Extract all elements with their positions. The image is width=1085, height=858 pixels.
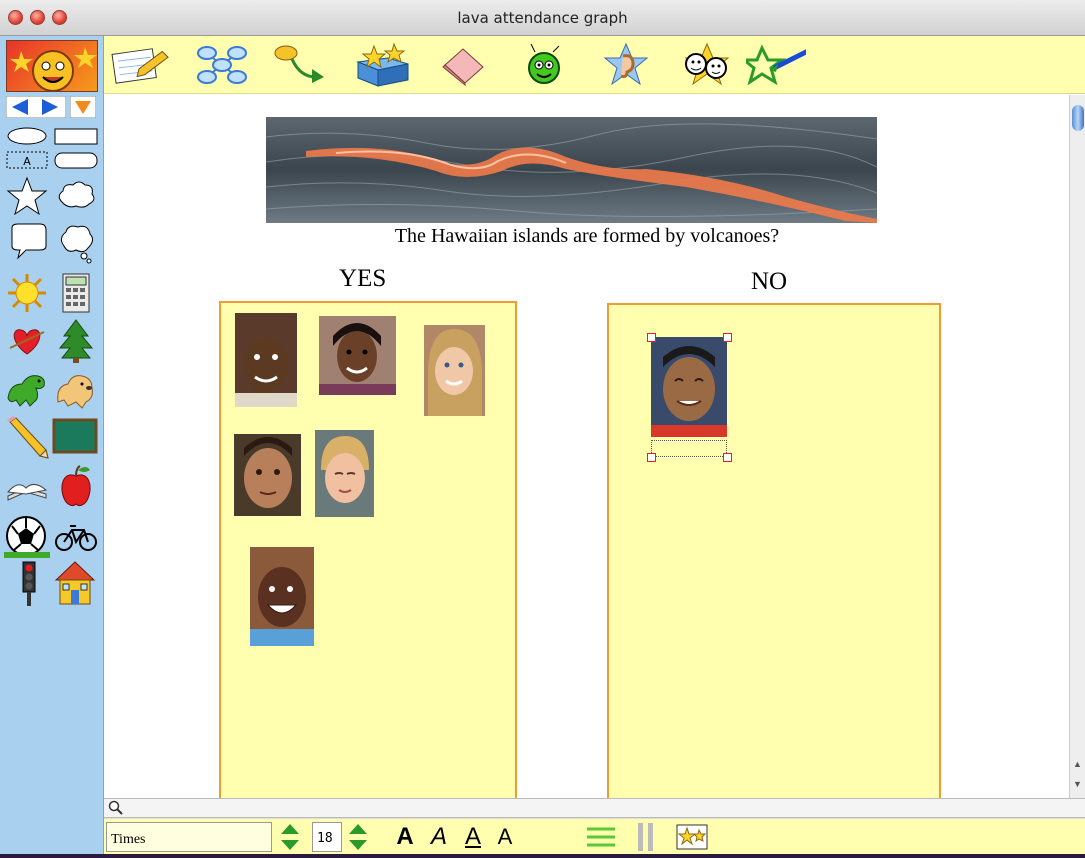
font-size-field[interactable]: 18 xyxy=(312,822,342,852)
scroll-down-icon[interactable]: ▼ xyxy=(1073,779,1082,789)
student-photo[interactable] xyxy=(235,313,297,407)
web-diagram-icon[interactable] xyxy=(192,42,252,88)
title-bar: lava attendance graph xyxy=(0,0,1085,36)
window-bottom-edge xyxy=(0,854,1085,858)
paint-brush-icon[interactable] xyxy=(746,42,806,88)
vertical-scrollbar[interactable]: ▲ ▼ xyxy=(1069,95,1085,798)
sound-ear-icon[interactable] xyxy=(596,42,656,88)
draw-tool-icon[interactable] xyxy=(110,42,170,88)
italic-button[interactable]: A xyxy=(426,821,452,853)
calculator-icon[interactable] xyxy=(54,272,98,316)
page-menu-dropdown[interactable] xyxy=(70,96,96,118)
faces-icon[interactable] xyxy=(676,42,736,88)
shape-palette: A xyxy=(0,36,104,858)
window-title: lava attendance graph xyxy=(457,9,628,27)
yes-label[interactable]: YES xyxy=(339,265,386,293)
heart-icon[interactable] xyxy=(6,324,48,358)
rectangle-shape-icon[interactable] xyxy=(54,126,98,146)
student-photo[interactable] xyxy=(651,337,727,437)
insert-picture-icon[interactable] xyxy=(674,821,710,853)
resize-handle[interactable] xyxy=(723,333,732,342)
font-name-field[interactable]: Times xyxy=(106,822,272,852)
student-photo[interactable] xyxy=(315,430,374,517)
ellipse-shape-icon[interactable] xyxy=(6,126,48,146)
zoom-bar xyxy=(104,798,1085,818)
student-photo[interactable] xyxy=(319,316,396,395)
eraser-icon[interactable] xyxy=(434,42,494,88)
thought-bubble-icon[interactable] xyxy=(54,222,98,264)
cloud-shape-icon[interactable] xyxy=(54,176,98,216)
cursor-face-icon[interactable] xyxy=(514,42,574,88)
scroll-up-icon[interactable]: ▲ xyxy=(1073,759,1082,769)
student-photo[interactable] xyxy=(250,547,314,646)
resize-handle[interactable] xyxy=(647,333,656,342)
svg-text:A: A xyxy=(23,155,31,168)
question-text[interactable]: The Hawaiian islands are formed by volca… xyxy=(105,225,1069,248)
lava-image[interactable] xyxy=(266,117,877,223)
student-photo[interactable] xyxy=(424,325,485,416)
columns-icon[interactable] xyxy=(634,821,660,853)
page-nav-arrows[interactable] xyxy=(6,96,66,118)
star-shape-icon[interactable] xyxy=(6,176,48,216)
dog-icon[interactable] xyxy=(52,368,98,410)
soccer-ball-icon[interactable] xyxy=(4,514,50,560)
pencil-icon[interactable] xyxy=(4,416,50,460)
resize-handle[interactable] xyxy=(647,453,656,462)
traffic-light-icon[interactable] xyxy=(14,560,44,608)
bicycle-icon[interactable] xyxy=(54,522,98,552)
link-arrow-icon[interactable] xyxy=(272,42,332,88)
stamp-box-icon[interactable] xyxy=(352,42,412,88)
app-logo[interactable] xyxy=(6,40,98,92)
resize-handle[interactable] xyxy=(723,453,732,462)
chalkboard-icon[interactable] xyxy=(52,418,98,456)
text-box-shape-icon[interactable]: A xyxy=(6,150,48,170)
sun-icon[interactable] xyxy=(6,272,48,314)
dinosaur-icon[interactable] xyxy=(4,368,50,410)
text-color-button[interactable]: A xyxy=(492,821,518,853)
house-icon[interactable] xyxy=(52,560,98,608)
bold-button[interactable]: A xyxy=(392,821,418,853)
format-bar: Times 18 A A A A xyxy=(104,818,1085,854)
no-label[interactable]: NO xyxy=(751,268,787,296)
underline-button[interactable]: A xyxy=(460,821,486,853)
alignment-icon[interactable] xyxy=(584,821,618,853)
apple-icon[interactable] xyxy=(54,462,98,510)
student-photo[interactable] xyxy=(234,434,301,516)
tree-icon[interactable] xyxy=(54,318,98,364)
document-canvas[interactable]: The Hawaiian islands are formed by volca… xyxy=(105,95,1069,798)
main-toolbar xyxy=(104,36,1085,94)
caption-text-box[interactable] xyxy=(651,440,727,457)
speech-bubble-icon[interactable] xyxy=(6,222,48,262)
rounded-rect-shape-icon[interactable] xyxy=(54,150,98,170)
size-stepper-icon[interactable] xyxy=(346,821,370,853)
book-icon[interactable] xyxy=(4,468,50,508)
font-stepper-icon[interactable] xyxy=(278,821,302,853)
scroll-thumb[interactable] xyxy=(1072,105,1084,131)
magnifier-icon[interactable] xyxy=(108,800,124,816)
